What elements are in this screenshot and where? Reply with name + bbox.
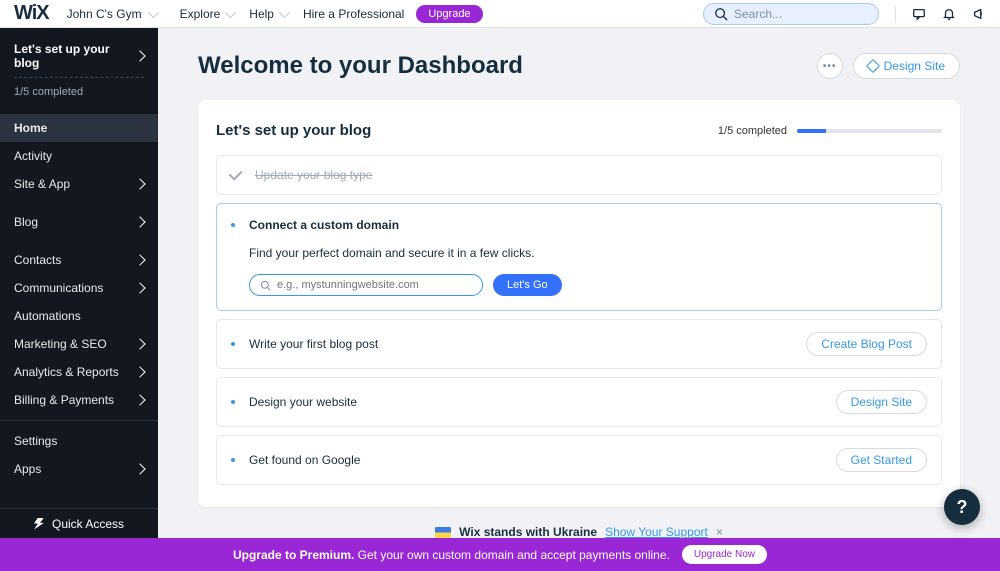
chevron-down-icon xyxy=(225,6,236,17)
check-icon xyxy=(229,167,243,181)
topbar: WiX John C's Gym Explore Help Hire a Pro… xyxy=(0,0,1000,28)
chevron-right-icon xyxy=(134,463,145,474)
step-post[interactable]: Write your first blog post Create Blog P… xyxy=(216,319,942,369)
sidebar-divider xyxy=(0,420,158,421)
search-icon xyxy=(260,280,271,291)
sidebar-item-blog[interactable]: Blog xyxy=(0,208,158,236)
topbar-links: Explore Help Hire a Professional xyxy=(180,7,405,21)
lets-go-button[interactable]: Let's Go xyxy=(493,274,562,296)
ukraine-banner: Wix stands with Ukraine Show Your Suppor… xyxy=(198,525,960,538)
nav-hire[interactable]: Hire a Professional xyxy=(303,7,404,21)
step-design[interactable]: Design your website Design Site xyxy=(216,377,942,427)
wix-logo[interactable]: WiX xyxy=(14,2,49,25)
step-label: Write your first blog post xyxy=(249,337,378,351)
chat-icon[interactable] xyxy=(912,7,926,21)
sidebar-title: Let's set up your blog xyxy=(14,42,136,70)
chevron-right-icon xyxy=(134,338,145,349)
step-done[interactable]: Update your blog type xyxy=(216,155,942,195)
search-input[interactable]: Search... xyxy=(703,3,879,25)
sidebar-item-apps[interactable]: Apps xyxy=(0,455,158,483)
step-label: Connect a custom domain xyxy=(249,218,927,232)
divider xyxy=(895,6,896,22)
step-google[interactable]: Get found on Google Get Started xyxy=(216,435,942,485)
bolt-icon xyxy=(34,518,44,530)
chevron-right-icon xyxy=(134,216,145,227)
close-icon[interactable]: × xyxy=(716,525,723,538)
chevron-right-icon xyxy=(134,282,145,293)
sidebar-progress: 1/5 completed xyxy=(14,86,144,98)
ukraine-text: Wix stands with Ukraine xyxy=(459,525,597,538)
page-title: Welcome to your Dashboard xyxy=(198,52,523,80)
chevron-down-icon xyxy=(279,6,290,17)
progress-text: 1/5 completed xyxy=(718,125,787,137)
chevron-right-icon xyxy=(134,254,145,265)
setup-card: Let's set up your blog 1/5 completed Upd… xyxy=(198,100,960,507)
megaphone-icon[interactable] xyxy=(972,7,986,21)
sidebar-header[interactable]: Let's set up your blog 1/5 completed xyxy=(0,28,158,108)
progress: 1/5 completed xyxy=(718,125,942,137)
sidebar-item-analytics[interactable]: Analytics & Reports xyxy=(0,358,158,386)
sidebar-item-contacts[interactable]: Contacts xyxy=(0,246,158,274)
upgrade-banner: Upgrade to Premium. Get your own custom … xyxy=(0,538,1000,571)
create-post-button[interactable]: Create Blog Post xyxy=(806,332,927,356)
step-label: Update your blog type xyxy=(255,168,372,182)
site-selector[interactable]: John C's Gym xyxy=(67,7,156,21)
bell-icon[interactable] xyxy=(942,7,956,21)
progress-bar xyxy=(797,129,942,133)
banner-text: Upgrade to Premium. Get your own custom … xyxy=(233,548,670,562)
get-started-button[interactable]: Get Started xyxy=(836,448,927,472)
domain-input-field[interactable] xyxy=(277,279,472,291)
design-site-button[interactable]: Design Site xyxy=(853,53,960,79)
domain-input[interactable] xyxy=(249,274,483,296)
sidebar-item-activity[interactable]: Activity xyxy=(0,142,158,170)
search-placeholder: Search... xyxy=(734,7,782,21)
site-name: John C's Gym xyxy=(67,7,142,21)
nav-explore[interactable]: Explore xyxy=(180,7,234,21)
step-domain: Connect a custom domain Find your perfec… xyxy=(216,203,942,311)
help-fab[interactable]: ? xyxy=(944,489,980,525)
sidebar-item-communications[interactable]: Communications xyxy=(0,274,158,302)
dot-icon xyxy=(231,400,235,404)
chevron-right-icon xyxy=(134,394,145,405)
sidebar-item-billing[interactable]: Billing & Payments xyxy=(0,386,158,414)
chevron-down-icon xyxy=(147,6,158,17)
ukraine-link[interactable]: Show Your Support xyxy=(605,525,708,538)
sidebar-item-site-app[interactable]: Site & App xyxy=(0,170,158,198)
sidebar-item-settings[interactable]: Settings xyxy=(0,427,158,455)
step-label: Design your website xyxy=(249,395,357,409)
sidebar-item-home[interactable]: Home xyxy=(0,114,158,142)
dot-icon xyxy=(231,223,235,227)
more-button[interactable]: ••• xyxy=(817,53,843,79)
upgrade-now-button[interactable]: Upgrade Now xyxy=(682,545,767,564)
quick-access-button[interactable]: Quick Access xyxy=(0,508,158,538)
step-label: Get found on Google xyxy=(249,453,360,467)
upgrade-pill[interactable]: Upgrade xyxy=(416,5,482,23)
main-content: Welcome to your Dashboard ••• Design Sit… xyxy=(158,28,1000,538)
pencil-icon xyxy=(866,59,880,73)
dot-icon xyxy=(231,342,235,346)
step-desc: Find your perfect domain and secure it i… xyxy=(249,246,927,260)
search-icon xyxy=(714,7,728,21)
sidebar: Let's set up your blog 1/5 completed Hom… xyxy=(0,28,158,571)
dashed-divider xyxy=(14,77,144,78)
card-title: Let's set up your blog xyxy=(216,122,371,139)
chevron-right-icon xyxy=(134,178,145,189)
sidebar-item-automations[interactable]: Automations xyxy=(0,302,158,330)
chevron-right-icon xyxy=(134,50,145,61)
ukraine-flag-icon xyxy=(435,527,451,538)
chevron-right-icon xyxy=(134,366,145,377)
nav-help[interactable]: Help xyxy=(249,7,287,21)
dot-icon xyxy=(231,458,235,462)
sidebar-item-marketing[interactable]: Marketing & SEO xyxy=(0,330,158,358)
design-site-step-button[interactable]: Design Site xyxy=(836,390,927,414)
